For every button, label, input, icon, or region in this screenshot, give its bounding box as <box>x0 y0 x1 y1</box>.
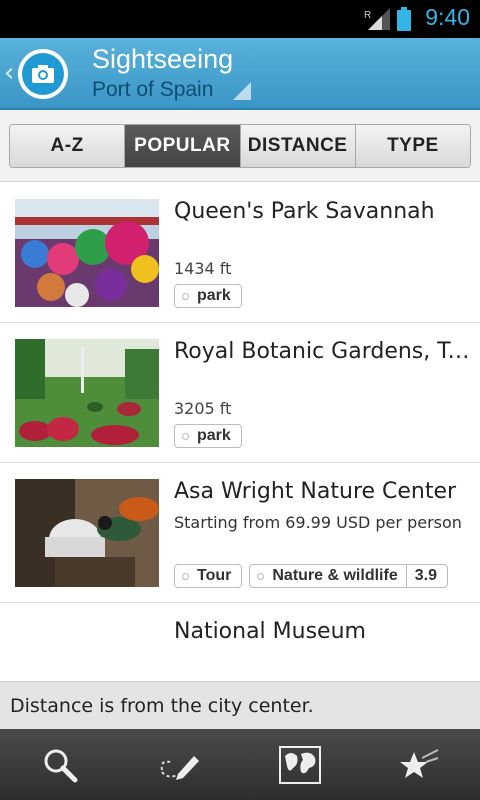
tag-list: Tour Nature & wildlife 3.9 <box>174 564 448 588</box>
favorites-button[interactable] <box>360 729 480 800</box>
tab-popular[interactable]: POPULAR <box>125 125 241 167</box>
status-bar: R 9:40 <box>0 0 480 38</box>
clock: 9:40 <box>425 4 470 30</box>
list-item[interactable]: Queen's Park Savannah 1434 ft park <box>0 183 480 323</box>
sort-tabs-bar: A-Z POPULAR DISTANCE TYPE <box>0 110 480 182</box>
sight-title: Asa Wright Nature Center <box>174 479 457 504</box>
list-item[interactable]: Royal Botanic Gardens, Trinidad 3205 ft … <box>0 323 480 463</box>
battery-icon <box>397 7 411 31</box>
tag-list: park <box>174 284 242 308</box>
sight-title: Royal Botanic Gardens, Trinidad <box>174 339 470 364</box>
sight-photo <box>15 339 159 447</box>
network-type-label: R <box>364 10 371 21</box>
list-item[interactable]: Asa Wright Nature Center Starting from 6… <box>0 463 480 603</box>
page-title: Sightseeing <box>92 44 234 74</box>
sight-distance: 1434 ft <box>174 259 232 278</box>
back-chevron-icon[interactable]: ‹ <box>4 60 14 86</box>
sight-distance: 3205 ft <box>174 399 232 418</box>
tag-label: park <box>197 287 231 304</box>
category-tag[interactable]: Tour <box>174 564 243 588</box>
tag-icon <box>182 433 189 440</box>
tag-icon <box>182 573 189 580</box>
dropdown-corner-icon <box>233 82 251 100</box>
tag-label: park <box>197 427 231 444</box>
search-button[interactable] <box>0 729 120 800</box>
sort-tabs: A-Z POPULAR DISTANCE TYPE <box>9 124 471 168</box>
category-tag[interactable]: park <box>174 284 242 308</box>
sight-photo <box>15 199 159 307</box>
search-icon <box>44 749 78 782</box>
distance-note: Distance is from the city center. <box>0 681 480 729</box>
tag-label: Nature & wildlife <box>272 567 398 584</box>
sight-title: National Museum <box>174 619 366 644</box>
map-button[interactable] <box>240 729 360 800</box>
bottom-navigation <box>0 729 480 800</box>
sight-photo <box>15 479 159 587</box>
category-tag[interactable]: Nature & wildlife 3.9 <box>249 564 448 588</box>
list-item[interactable]: National Museum <box>0 603 480 681</box>
sights-list: Queen's Park Savannah 1434 ft park Royal… <box>0 183 480 681</box>
tag-icon <box>257 573 265 580</box>
tab-a-z[interactable]: A-Z <box>10 125 126 167</box>
tab-type[interactable]: TYPE <box>355 125 470 167</box>
app-home-button[interactable] <box>18 49 68 99</box>
category-tag[interactable]: park <box>174 424 242 448</box>
plan-icon <box>160 755 199 780</box>
action-bar: ‹ Sightseeing Port of Spain <box>0 38 480 110</box>
tag-list: park <box>174 424 242 448</box>
tag-icon <box>182 293 189 300</box>
tag-label: Tour <box>197 567 232 584</box>
tab-distance[interactable]: DISTANCE <box>240 125 356 167</box>
city-selector[interactable]: Port of Spain <box>92 78 213 102</box>
sight-price: Starting from 69.99 USD per person <box>174 513 462 532</box>
sight-title: Queen's Park Savannah <box>174 199 435 224</box>
camera-icon <box>22 53 64 95</box>
rating-value: 3.9 <box>405 565 437 587</box>
favorites-icon <box>400 748 439 778</box>
signal-icon: R <box>364 8 390 30</box>
plan-button[interactable] <box>120 729 240 800</box>
map-icon <box>279 745 321 784</box>
